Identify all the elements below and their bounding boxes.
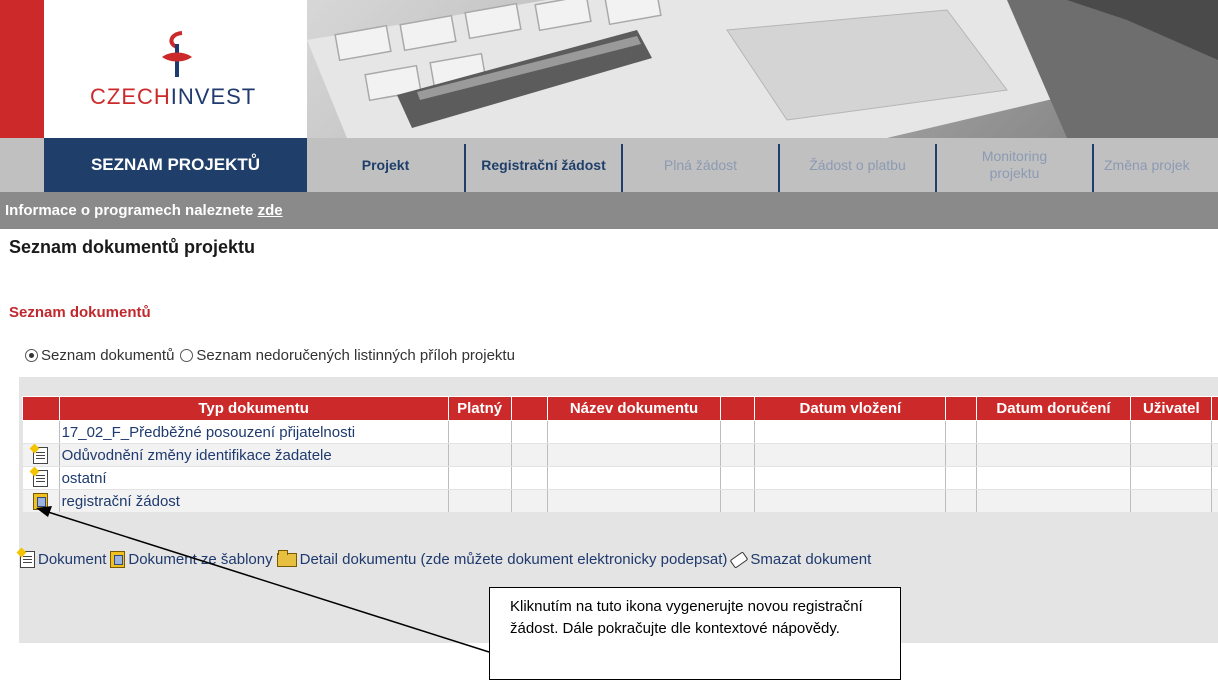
documents-table: Typ dokumentu Platný Název dokumentu Dat… — [22, 396, 1218, 513]
new-document-icon[interactable] — [33, 469, 49, 487]
row-icon-cell — [22, 420, 60, 444]
column-header-platny[interactable]: Platný — [447, 396, 512, 421]
section-title: Seznam dokumentů — [9, 304, 151, 321]
document-actions-legend: Dokument Dokument ze šablony Detail doku… — [20, 549, 875, 569]
nav-tab-registracni-zadost[interactable]: Registrační žádost — [466, 138, 621, 192]
program-info-bar: Informace o programech naleznete zde — [0, 192, 1218, 229]
template-document-icon[interactable] — [33, 492, 49, 510]
table-header-row: Typ dokumentu Platný Název dokumentu Dat… — [22, 396, 1218, 421]
document-type-cell: ostatní — [59, 466, 449, 490]
logo-text: CZECHINVEST — [90, 84, 257, 109]
template-document-icon[interactable] — [110, 551, 126, 568]
program-info-text: Informace o programech naleznete — [5, 202, 258, 219]
new-document-icon[interactable] — [20, 551, 35, 568]
action-from-template[interactable]: Dokument ze šablony — [128, 551, 272, 568]
column-header-datum-doruceni[interactable]: Datum doručení — [975, 396, 1132, 421]
table-row: Odůvodnění změny identifikace žadatele — [22, 443, 1218, 467]
column-header-datum-vlozeni[interactable]: Datum vložení — [754, 396, 947, 421]
view-selector: Seznam dokumentů Seznam nedoručených lis… — [25, 347, 521, 364]
header-banner-image — [307, 0, 1218, 138]
radio-seznam-dokumentu[interactable]: Seznam dokumentů — [25, 347, 174, 364]
column-header-uzivatel[interactable]: Uživatel — [1130, 396, 1213, 421]
row-icon-cell — [22, 489, 60, 513]
nav-seznam-projektu[interactable]: SEZNAM PROJEKTŮ — [44, 138, 307, 192]
document-type-cell: registrační žádost — [59, 489, 449, 513]
radio-nedorucene-prilohy[interactable]: Seznam nedoručených listinných příloh pr… — [180, 347, 515, 364]
nav-tab-plna-zadost[interactable]: Plná žádost — [623, 138, 778, 192]
document-type-cell: Odůvodnění změny identifikace žadatele — [59, 443, 449, 467]
radio-selected-icon[interactable] — [25, 349, 38, 362]
main-navigation: SEZNAM PROJEKTŮ Projekt Registrační žádo… — [0, 138, 1218, 192]
page-title: Seznam dokumentů projektu — [9, 237, 256, 257]
table-row: ostatní — [22, 466, 1218, 490]
column-header-blank — [719, 396, 756, 421]
help-callout: Kliknutím na tuto ikona vygenerujte novo… — [489, 587, 901, 680]
action-document-detail[interactable]: Detail dokumentu (zde můžete dokument el… — [300, 551, 728, 568]
czechinvest-logo[interactable]: CZECHINVEST — [44, 0, 307, 138]
nav-tab-zadost-o-platbu[interactable]: Žádost o platbu — [780, 138, 935, 192]
nav-tab-projekt[interactable]: Projekt — [307, 138, 464, 192]
action-new-document[interactable]: Dokument — [38, 551, 106, 568]
radio-unselected-icon[interactable] — [180, 349, 194, 362]
column-header-po[interactable]: Po — [1211, 396, 1218, 421]
column-header-icon — [22, 396, 60, 421]
column-header-nazev-dokumentu[interactable]: Název dokumentu — [547, 396, 721, 421]
laptop-keyboard-image — [307, 0, 1218, 138]
nav-tab-zmena-projektu[interactable]: Změna projek — [1094, 138, 1218, 192]
column-header-typ-dokumentu[interactable]: Typ dokumentu — [58, 396, 449, 421]
document-type-cell: 17_02_F_Předběžné posouzení přijatelnost… — [59, 420, 449, 444]
program-info-link[interactable]: zde — [258, 202, 283, 219]
column-header-blank — [510, 396, 549, 421]
eraser-icon[interactable] — [729, 550, 749, 569]
table-row: 17_02_F_Předběžné posouzení přijatelnost… — [22, 420, 1218, 444]
open-folder-icon[interactable] — [276, 549, 297, 567]
row-icon-cell — [22, 466, 60, 490]
column-header-blank — [945, 396, 977, 421]
row-icon-cell — [22, 443, 60, 467]
nav-tab-monitoring-projektu[interactable]: Monitoring projektu — [937, 138, 1092, 192]
czechinvest-logo-icon — [162, 31, 192, 77]
action-delete-document[interactable]: Smazat dokument — [750, 551, 871, 568]
table-row: registrační žádost — [22, 489, 1218, 513]
new-document-icon[interactable] — [33, 446, 49, 464]
